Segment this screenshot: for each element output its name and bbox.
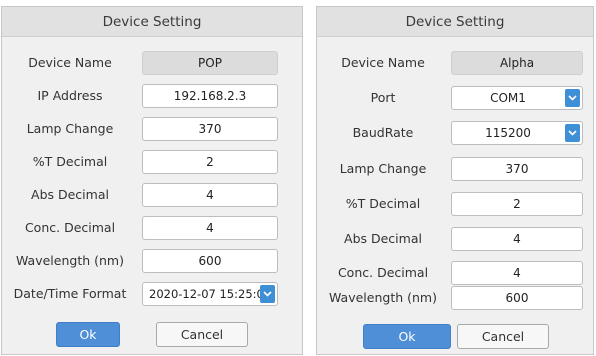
device-name-label: Device Name xyxy=(341,55,425,70)
baudrate-value: 115200 xyxy=(485,126,531,140)
conc-decimal-row: Conc. Decimal 4 xyxy=(317,261,593,285)
wavelength-input[interactable]: 600 xyxy=(451,286,583,310)
conc-decimal-label: Conc. Decimal xyxy=(337,265,429,280)
conc-decimal-label: Conc. Decimal xyxy=(24,220,116,235)
t-decimal-input[interactable]: 2 xyxy=(451,192,583,216)
t-decimal-input[interactable]: 2 xyxy=(142,150,278,174)
port-select[interactable]: COM1 xyxy=(451,86,583,110)
device-setting-dialog-right: Device Setting Device Name Alpha Port CO… xyxy=(316,6,594,355)
wavelength-row: Wavelength (nm) 600 xyxy=(317,286,593,310)
datetime-format-value: 2020-12-07 15:25:0 xyxy=(149,287,264,301)
abs-decimal-label: Abs Decimal xyxy=(31,187,109,202)
cancel-button[interactable]: Cancel xyxy=(156,322,248,347)
conc-decimal-input[interactable]: 4 xyxy=(451,261,583,285)
conc-decimal-input[interactable]: 4 xyxy=(142,216,278,240)
port-row: Port COM1 xyxy=(317,86,593,110)
datetime-format-row: Date/Time Format 2020-12-07 15:25:0 xyxy=(2,282,302,306)
abs-decimal-input[interactable]: 4 xyxy=(142,183,278,207)
wavelength-label: Wavelength (nm) xyxy=(329,290,437,305)
lamp-change-input[interactable]: 370 xyxy=(451,157,583,181)
lamp-change-row: Lamp Change 370 xyxy=(2,117,302,141)
chevron-down-icon[interactable] xyxy=(565,124,580,142)
lamp-change-row: Lamp Change 370 xyxy=(317,157,593,181)
lamp-change-label: Lamp Change xyxy=(26,121,114,136)
datetime-format-select[interactable]: 2020-12-07 15:25:0 xyxy=(142,282,278,306)
device-name-label: Device Name xyxy=(28,55,112,70)
t-decimal-row: %T Decimal 2 xyxy=(317,192,593,216)
device-name-field: POP xyxy=(142,51,278,75)
lamp-change-label: Lamp Change xyxy=(339,161,427,176)
device-setting-dialog-left: Device Setting Device Name POP IP Addres… xyxy=(1,6,303,355)
dialog-title: Device Setting xyxy=(317,7,593,37)
t-decimal-label: %T Decimal xyxy=(345,196,421,211)
wavelength-row: Wavelength (nm) 600 xyxy=(2,249,302,273)
dialog-title: Device Setting xyxy=(2,7,302,37)
chevron-down-icon[interactable] xyxy=(565,89,580,107)
ok-button[interactable]: Ok xyxy=(56,322,120,347)
wavelength-label: Wavelength (nm) xyxy=(16,253,124,268)
port-label: Port xyxy=(370,90,396,105)
port-value: COM1 xyxy=(490,91,526,105)
baudrate-label: BaudRate xyxy=(352,125,414,140)
ok-button[interactable]: Ok xyxy=(363,324,451,349)
ip-address-input[interactable]: 192.168.2.3 xyxy=(142,84,278,108)
abs-decimal-input[interactable]: 4 xyxy=(451,227,583,251)
t-decimal-label: %T Decimal xyxy=(32,154,108,169)
lamp-change-input[interactable]: 370 xyxy=(142,117,278,141)
ip-address-label: IP Address xyxy=(37,88,103,103)
baudrate-row: BaudRate 115200 xyxy=(317,121,593,145)
cancel-button[interactable]: Cancel xyxy=(457,324,549,349)
device-name-row: Device Name POP xyxy=(2,51,302,75)
ip-address-row: IP Address 192.168.2.3 xyxy=(2,84,302,108)
datetime-format-label: Date/Time Format xyxy=(13,286,127,301)
baudrate-select[interactable]: 115200 xyxy=(451,121,583,145)
abs-decimal-row: Abs Decimal 4 xyxy=(2,183,302,207)
t-decimal-row: %T Decimal 2 xyxy=(2,150,302,174)
wavelength-input[interactable]: 600 xyxy=(142,249,278,273)
abs-decimal-label: Abs Decimal xyxy=(344,231,422,246)
device-name-row: Device Name Alpha xyxy=(317,51,593,75)
device-name-field: Alpha xyxy=(451,51,583,75)
conc-decimal-row: Conc. Decimal 4 xyxy=(2,216,302,240)
abs-decimal-row: Abs Decimal 4 xyxy=(317,227,593,251)
chevron-down-icon[interactable] xyxy=(260,285,275,303)
